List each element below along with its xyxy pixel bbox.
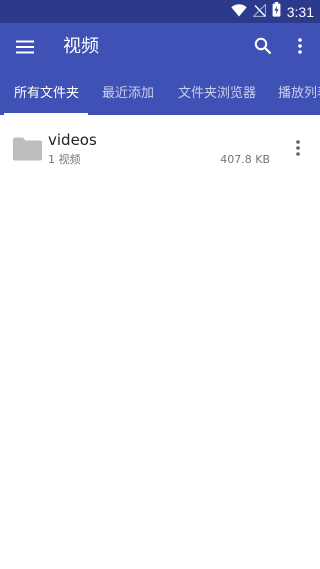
item-more-button[interactable]: [288, 139, 308, 161]
tab-all-folders[interactable]: 所有文件夹: [14, 73, 79, 115]
folder-name: videos: [48, 131, 97, 149]
folder-icon: [13, 137, 42, 161]
no-signal-icon: [251, 2, 266, 21]
more-vert-icon: [298, 38, 302, 58]
status-time: 3:31: [286, 3, 314, 20]
app-bar: 视频: [0, 23, 320, 73]
status-icons: 3:31: [231, 2, 314, 21]
tab-bar: 所有文件夹 最近添加 文件夹浏览器 播放列表: [0, 73, 320, 115]
folder-video-count: 1 视频: [48, 153, 81, 166]
battery-charging-icon: [272, 2, 281, 21]
more-vert-icon: [296, 140, 300, 160]
tab-recently-added[interactable]: 最近添加: [102, 73, 154, 115]
search-button[interactable]: [250, 35, 276, 61]
tab-playlists[interactable]: 播放列表: [278, 73, 320, 115]
tab-folder-browser[interactable]: 文件夹浏览器: [178, 73, 256, 115]
menu-button[interactable]: [12, 35, 38, 61]
overflow-menu-button[interactable]: [290, 35, 310, 61]
wifi-icon: [231, 2, 247, 21]
page-title: 视频: [63, 36, 99, 57]
folder-size: 407.8 KB: [220, 153, 270, 166]
list-item[interactable]: videos 1 视频 407.8 KB: [0, 115, 320, 183]
search-icon: [254, 37, 272, 59]
status-bar: 3:31: [0, 0, 320, 23]
menu-icon: [16, 39, 34, 58]
